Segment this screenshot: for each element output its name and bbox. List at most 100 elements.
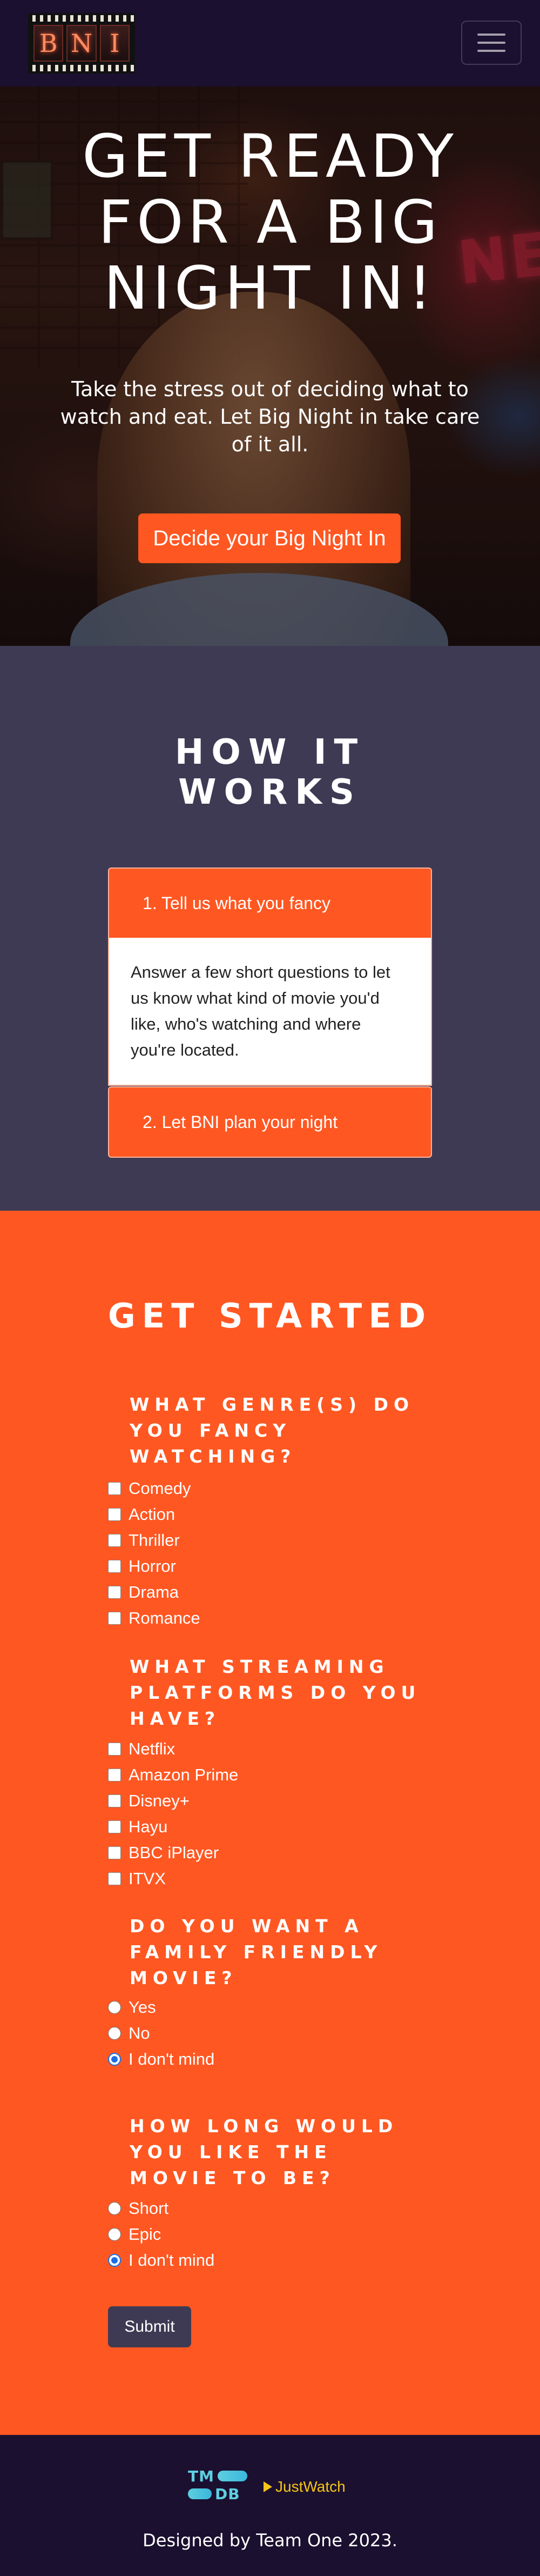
hero-section: NET Get ready for a Big Night In! Take t… bbox=[0, 86, 540, 646]
checkbox[interactable] bbox=[108, 1560, 121, 1573]
get-started-section: Get started What genre(s) do you fancy w… bbox=[0, 1211, 540, 2435]
radio-button[interactable] bbox=[108, 2027, 121, 2040]
option-label: Action bbox=[129, 1505, 176, 1524]
film-strip-decoration bbox=[28, 15, 135, 22]
length-question: How long would you like the movie to be? bbox=[130, 2115, 399, 2188]
justwatch-label: JustWatch bbox=[275, 2478, 346, 2495]
logo-letter: N bbox=[66, 25, 97, 62]
section-title: Get started bbox=[107, 1296, 433, 1336]
radio-button[interactable] bbox=[108, 2254, 121, 2267]
accordion-header-step-2[interactable]: 2. Let BNI plan your night bbox=[109, 1087, 431, 1157]
genre-option[interactable]: Drama bbox=[108, 1579, 432, 1605]
accordion-body-step-1: Answer a few short questions to let us k… bbox=[109, 938, 431, 1085]
tmdb-logo-pill bbox=[217, 2471, 247, 2481]
footer-credit: Designed by Team One 2023. bbox=[143, 2530, 397, 2551]
accordion-item: 2. Let BNI plan your night bbox=[108, 1086, 432, 1158]
checkbox[interactable] bbox=[108, 1769, 121, 1781]
platform-option[interactable]: BBC iPlayer bbox=[108, 1840, 432, 1866]
hamburger-icon bbox=[477, 34, 505, 36]
checkbox[interactable] bbox=[108, 1872, 121, 1885]
genre-option[interactable]: Romance bbox=[108, 1605, 432, 1631]
logo-letter: B bbox=[33, 25, 64, 62]
hamburger-icon bbox=[477, 50, 505, 52]
genre-option[interactable]: Thriller bbox=[108, 1527, 432, 1553]
option-label: I don't mind bbox=[129, 2050, 215, 2068]
accordion-header-step-1[interactable]: 1. Tell us what you fancy bbox=[109, 869, 431, 938]
option-label: ITVX bbox=[129, 1869, 166, 1888]
length-option[interactable]: Short bbox=[108, 2195, 432, 2221]
family-option[interactable]: No bbox=[108, 2020, 432, 2046]
length-option[interactable]: Epic bbox=[108, 2221, 432, 2247]
how-it-works-section: How it works 1. Tell us what you fancy A… bbox=[0, 646, 540, 1211]
checkbox[interactable] bbox=[108, 1820, 121, 1833]
submit-button[interactable]: Submit bbox=[108, 2306, 191, 2347]
radio-button[interactable] bbox=[108, 2202, 121, 2215]
option-label: Amazon Prime bbox=[129, 1765, 239, 1784]
option-label: Comedy bbox=[129, 1479, 191, 1498]
genre-option[interactable]: Comedy bbox=[108, 1476, 432, 1501]
platform-option[interactable]: Disney+ bbox=[108, 1788, 432, 1814]
option-label: Yes bbox=[129, 1998, 156, 2017]
family-options: Yes No I don't mind bbox=[108, 1994, 432, 2072]
section-title: How it works bbox=[174, 732, 366, 812]
footer: TM DB JustWatch Designed by Team One 202… bbox=[0, 2435, 540, 2576]
family-option[interactable]: Yes bbox=[108, 1994, 432, 2020]
option-label: Romance bbox=[129, 1609, 200, 1627]
radio-button[interactable] bbox=[108, 2053, 121, 2066]
option-label: BBC iPlayer bbox=[129, 1843, 219, 1862]
option-label: Epic bbox=[129, 2225, 161, 2244]
checkbox[interactable] bbox=[108, 1508, 121, 1521]
option-label: I don't mind bbox=[129, 2251, 215, 2270]
option-label: Disney+ bbox=[129, 1791, 190, 1810]
checkbox[interactable] bbox=[108, 1743, 121, 1756]
radio-button[interactable] bbox=[108, 2001, 121, 2014]
platform-options: Netflix Amazon Prime Disney+ Hayu BBC iP… bbox=[108, 1736, 432, 1892]
platform-option[interactable]: Netflix bbox=[108, 1736, 432, 1762]
checkbox[interactable] bbox=[108, 1794, 121, 1807]
option-label: Netflix bbox=[129, 1739, 176, 1758]
option-label: Short bbox=[129, 2199, 169, 2218]
option-label: Thriller bbox=[129, 1531, 180, 1550]
platforms-question: What streaming platforms do you have? bbox=[130, 1656, 421, 1729]
checkbox[interactable] bbox=[108, 1846, 121, 1859]
checkbox[interactable] bbox=[108, 1612, 121, 1625]
option-label: Hayu bbox=[129, 1817, 168, 1836]
checkbox[interactable] bbox=[108, 1586, 121, 1599]
option-label: Drama bbox=[129, 1583, 179, 1601]
genre-option[interactable]: Action bbox=[108, 1501, 432, 1527]
length-options: Short Epic I don't mind bbox=[108, 2195, 432, 2273]
hamburger-icon bbox=[477, 42, 505, 44]
navbar: B N I bbox=[0, 0, 540, 86]
genre-question: What genre(s) do you fancy watching? bbox=[130, 1394, 415, 1467]
logo-letter: I bbox=[99, 25, 130, 62]
family-question: Do you want a family friendly movie? bbox=[130, 1916, 383, 1988]
menu-toggle-button[interactable] bbox=[461, 21, 522, 65]
justwatch-logo[interactable]: JustWatch bbox=[264, 2477, 346, 2497]
family-option[interactable]: I don't mind bbox=[108, 2046, 432, 2072]
tmdb-logo[interactable]: TM DB bbox=[188, 2467, 247, 2505]
tmdb-logo-row: TM bbox=[188, 2467, 247, 2485]
option-label: Horror bbox=[129, 1557, 176, 1576]
decide-big-night-button[interactable]: Decide your Big Night In bbox=[138, 513, 401, 563]
hero-title: Get ready for a Big Night In! bbox=[82, 122, 458, 323]
hero-subtitle: Take the stress out of deciding what to … bbox=[60, 377, 480, 456]
logo-letters: B N I bbox=[33, 25, 130, 62]
tmdb-logo-text: DB bbox=[215, 2485, 240, 2503]
checkbox[interactable] bbox=[108, 1534, 121, 1547]
tmdb-logo-text: TM bbox=[188, 2467, 214, 2485]
tmdb-logo-row: DB bbox=[188, 2485, 247, 2503]
radio-button[interactable] bbox=[108, 2228, 121, 2241]
platform-option[interactable]: ITVX bbox=[108, 1866, 432, 1892]
genre-options: Comedy Action Thriller Horror Drama Roma… bbox=[108, 1476, 432, 1631]
bni-logo[interactable]: B N I bbox=[28, 13, 135, 74]
length-option[interactable]: I don't mind bbox=[108, 2247, 432, 2273]
checkbox[interactable] bbox=[108, 1482, 121, 1495]
tmdb-logo-pill bbox=[188, 2488, 212, 2499]
accordion-item: 1. Tell us what you fancy Answer a few s… bbox=[108, 867, 432, 1086]
platform-option[interactable]: Amazon Prime bbox=[108, 1762, 432, 1788]
film-strip-decoration bbox=[28, 65, 135, 71]
option-label: No bbox=[129, 2024, 150, 2043]
platform-option[interactable]: Hayu bbox=[108, 1814, 432, 1840]
genre-option[interactable]: Horror bbox=[108, 1553, 432, 1579]
play-icon bbox=[264, 2481, 272, 2492]
